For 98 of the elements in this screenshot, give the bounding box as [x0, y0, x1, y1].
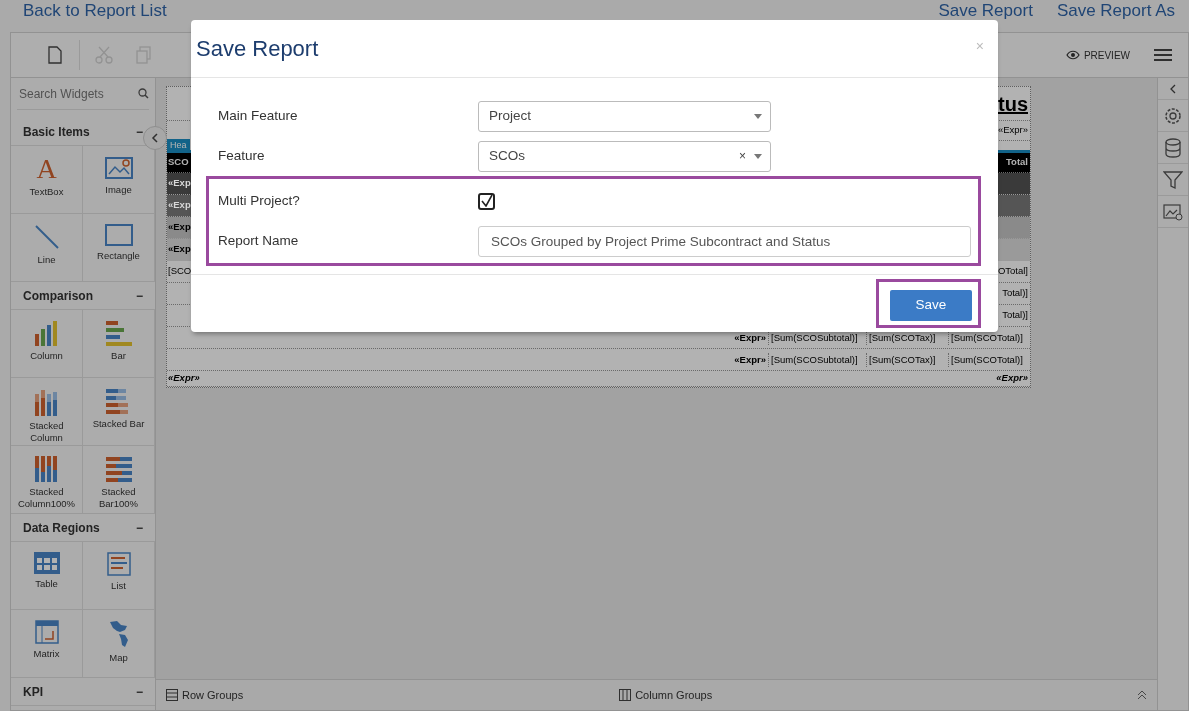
- search-field[interactable]: Search Widgets: [17, 83, 117, 104]
- list-icon: [106, 552, 131, 576]
- widget-label: Stacked Column: [28, 420, 65, 444]
- image-icon: [104, 156, 133, 180]
- stacked-column-chart-icon: [33, 388, 60, 416]
- report-cell-text: Total)]: [1002, 286, 1029, 301]
- dialog-title: Save Report: [196, 35, 319, 63]
- widget-tile[interactable]: Image: [83, 146, 155, 214]
- collapse-toggle[interactable]: −: [136, 286, 143, 305]
- widget-tile[interactable]: List: [83, 542, 155, 610]
- search-icon: [138, 88, 149, 99]
- eye-icon: [1065, 50, 1080, 60]
- textbox-icon: A: [36, 156, 57, 182]
- preview-button[interactable]: PREVIEW: [1065, 47, 1130, 63]
- widget-label: Stacked Bar: [92, 418, 145, 430]
- line-icon: [33, 224, 60, 250]
- widget-tile[interactable]: Bar: [83, 310, 155, 378]
- select-value: Project: [489, 106, 532, 125]
- widget-label: TextBox: [29, 186, 64, 198]
- column-groups-text: Column Groups: [635, 687, 713, 703]
- matrix-icon: [34, 620, 59, 644]
- widget-label: Map: [109, 652, 128, 664]
- save-report-link[interactable]: Save Report As: [1056, 1, 1175, 21]
- select-value: SCOs: [489, 146, 525, 165]
- clear-button[interactable]: ×: [739, 147, 746, 165]
- widget-tile[interactable]: Stacked Column100%: [11, 446, 83, 514]
- widget-tile[interactable]: Stacked Bar100%: [83, 446, 155, 514]
- new-document-icon: [48, 46, 62, 64]
- widget-label: Stacked Bar100%: [97, 486, 140, 510]
- widget-label: Matrix: [33, 648, 60, 660]
- report-cell-text: tus: [998, 91, 1029, 117]
- report-cell-text: «Expr»: [733, 330, 767, 345]
- chevron-left-icon: [151, 133, 159, 143]
- collapse-button[interactable]: [143, 126, 167, 150]
- widget-label: Column: [30, 350, 63, 362]
- stacked-bar-chart-icon: [104, 456, 133, 482]
- back-link[interactable]: Back to Report List: [23, 1, 167, 21]
- stacked-column-chart-icon: [33, 456, 60, 482]
- collapse-toggle[interactable]: −: [136, 682, 143, 701]
- report-cell: [Sum(SCOTax)]: [866, 352, 948, 367]
- widget-label: Image: [105, 184, 132, 196]
- widget-tile[interactable]: Map: [83, 610, 155, 678]
- report-cell: [Sum(SCOTotal)]: [948, 352, 1030, 367]
- report-cell-text: Total)]: [1002, 308, 1029, 323]
- report-cell-text: «Expr»: [996, 371, 1029, 386]
- columns-icon: [619, 689, 632, 701]
- report-cell-text: Total: [1006, 155, 1029, 170]
- expand-icon[interactable]: [1137, 690, 1147, 700]
- report-cell-text: OTotal]: [997, 264, 1029, 279]
- bar-chart-icon: [104, 320, 133, 346]
- widget-tile[interactable]: Rectangle: [83, 214, 155, 282]
- field-label: Main Feature: [218, 106, 299, 125]
- dropdown-caret-icon: [754, 113, 762, 119]
- group-title: Data Regions: [23, 519, 100, 537]
- image-icon: [1163, 202, 1183, 221]
- table-icon: [33, 552, 60, 574]
- widget-label: Table: [35, 578, 58, 590]
- group-title: KPI: [23, 683, 43, 701]
- field-label: Feature: [218, 146, 266, 165]
- select-field[interactable]: Project: [478, 100, 771, 132]
- group-title: Comparison: [23, 287, 93, 305]
- widget-label: List: [111, 580, 126, 592]
- collapse-toggle[interactable]: −: [136, 518, 143, 537]
- checkbox[interactable]: [478, 192, 495, 210]
- row-groups-text: Row Groups: [182, 687, 244, 703]
- collapse-toggle[interactable]: −: [136, 122, 143, 141]
- chevron-left-icon: [1169, 83, 1177, 94]
- widget-label: Line: [37, 254, 56, 266]
- settings-icon: [1163, 105, 1183, 126]
- widget-tile[interactable]: Stacked Bar: [83, 378, 155, 446]
- report-cell: SCO: [167, 155, 189, 170]
- field-label: Multi Project?: [218, 191, 301, 210]
- report-cell-text: «Expr»: [997, 123, 1029, 138]
- filter-icon: [1163, 169, 1183, 190]
- column-chart-icon: [33, 320, 60, 346]
- widget-tile[interactable]: Column: [11, 310, 83, 378]
- report-cell: «Expr»: [167, 371, 200, 386]
- widget-label: Rectangle: [97, 250, 140, 262]
- report-cell-text: «Expr»: [733, 352, 767, 367]
- menu-icon[interactable]: [1154, 48, 1172, 62]
- widget-tile[interactable]: A TextBox: [11, 146, 83, 214]
- widget-tile[interactable]: Matrix: [11, 610, 83, 678]
- report-cell: [SCO: [167, 264, 192, 279]
- widget-tile[interactable]: Line: [11, 214, 83, 282]
- widget-tile[interactable]: Table: [11, 542, 83, 610]
- text-field[interactable]: SCOs Grouped by Project Prime Subcontract and Status: [478, 225, 971, 257]
- widget-tile[interactable]: Stacked Column: [11, 378, 83, 446]
- save-report-link[interactable]: Save Report: [938, 1, 1033, 21]
- rows-icon: [166, 689, 178, 701]
- widget-label: Stacked Column100%: [16, 486, 76, 510]
- report-cell: [Sum(SCOSubtotal)]: [768, 352, 866, 367]
- save-button[interactable]: Save: [890, 290, 972, 321]
- group-title: Basic Items: [23, 123, 90, 141]
- widget-label: Bar: [111, 350, 126, 362]
- field-label: Report Name: [218, 231, 300, 250]
- database-icon: [1164, 137, 1182, 158]
- rectangle-icon: [104, 224, 133, 246]
- select-field[interactable]: SCOs ×: [478, 140, 771, 172]
